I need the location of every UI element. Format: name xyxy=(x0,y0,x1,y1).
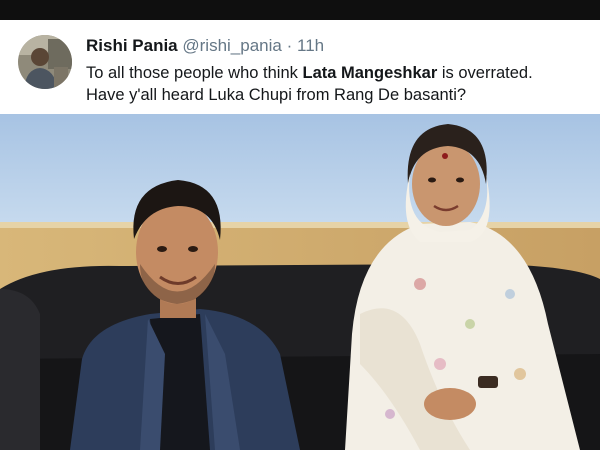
tweet-author-line: Rishi Pania @rishi_pania · 11h xyxy=(86,36,324,56)
tweet-text-part2: is overrated. xyxy=(437,64,533,82)
tweet-text-part1: To all those people who think xyxy=(86,64,303,82)
avatar-photo-icon xyxy=(18,35,72,89)
timestamp[interactable]: 11h xyxy=(297,36,324,55)
separator-dot: · xyxy=(286,36,293,55)
tweet-text: To all those people who think Lata Mange… xyxy=(86,62,591,106)
tweet-photo[interactable] xyxy=(0,114,600,450)
tweet-text-bold: Lata Mangeshkar xyxy=(302,64,438,82)
tweet-header: Rishi Pania @rishi_pania · 11h To all th… xyxy=(0,20,600,114)
photo-image xyxy=(0,114,600,450)
user-handle[interactable]: @rishi_pania xyxy=(182,36,281,55)
tweet-text-line-2: Have y'all heard Luka Chupi from Rang De… xyxy=(86,86,467,104)
display-name[interactable]: Rishi Pania xyxy=(86,36,178,55)
avatar[interactable] xyxy=(18,35,72,89)
tweet-text-line-1: To all those people who think Lata Mange… xyxy=(86,62,591,84)
top-bar xyxy=(0,0,600,20)
